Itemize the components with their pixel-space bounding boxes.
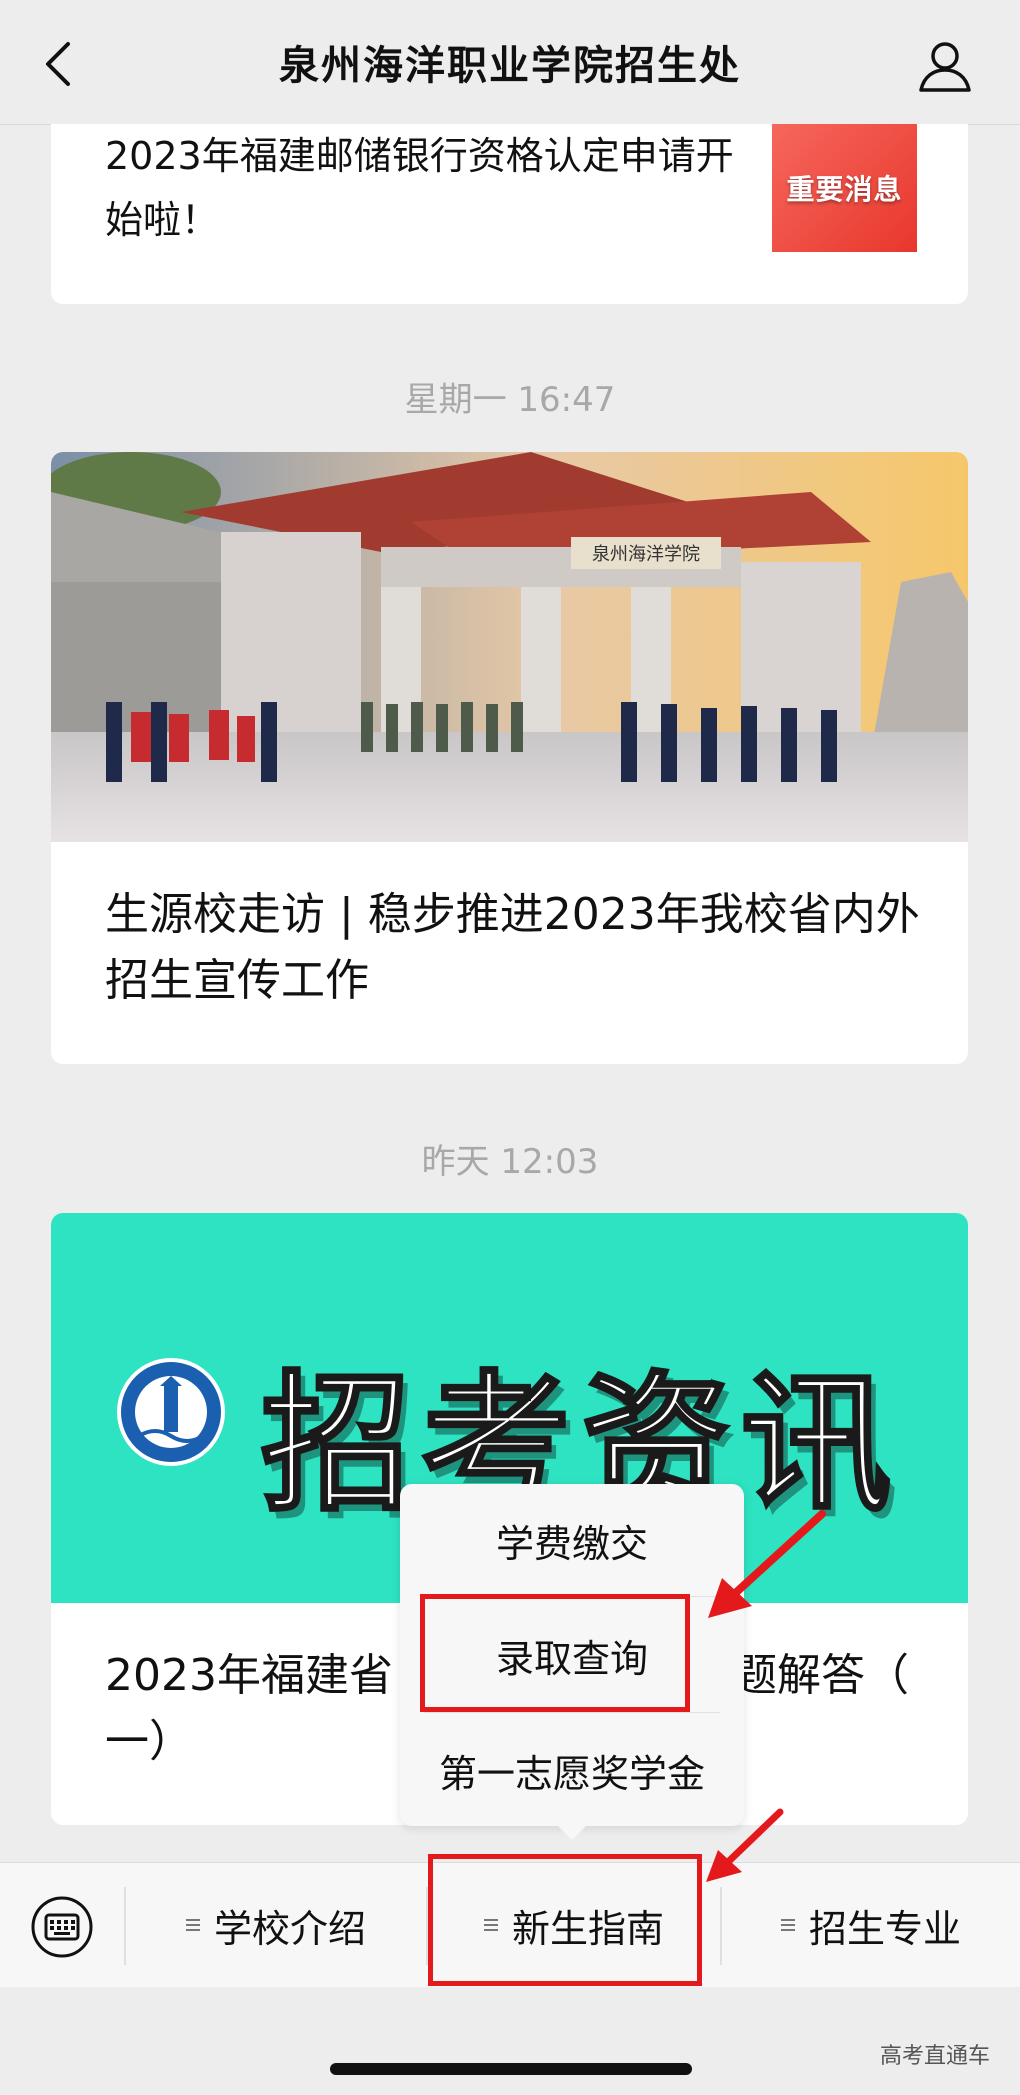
- article-title-left: 2023年福建省: [105, 1650, 393, 1701]
- profile-icon[interactable]: [918, 40, 972, 92]
- highlight-box: [420, 1594, 690, 1712]
- divider: [424, 1712, 720, 1713]
- article-title-right: 题解答（: [732, 1650, 909, 1701]
- submenu-item-tuition[interactable]: 学费缴交: [400, 1484, 744, 1596]
- pointer-arrow-icon: [708, 1510, 826, 1618]
- message-timestamp: 星期一 16:47: [404, 380, 616, 420]
- back-icon[interactable]: [40, 40, 80, 88]
- menu-item-label: 学校介绍: [213, 1906, 366, 1951]
- pointer-arrow-icon: [706, 1808, 784, 1882]
- article-title: 生源校走访 | 稳步推进2023年我校省内外招生宣传工作: [105, 889, 920, 1006]
- keyboard-icon[interactable]: [30, 1895, 94, 1959]
- top-nav-bar: 泉州海洋职业学院招生处: [0, 0, 1020, 125]
- popup-pointer: [558, 1826, 586, 1840]
- thumbnail-text: 重要消息: [786, 173, 903, 206]
- article-title-line2: 一）: [105, 1716, 193, 1767]
- menu-hamburger-icon: [185, 1919, 200, 1931]
- college-logo-icon: [117, 1358, 225, 1466]
- home-indicator[interactable]: [330, 2063, 692, 2075]
- menu-item-label: 招生专业: [808, 1906, 961, 1951]
- article-title: 2023年福建邮储银行资格认定申请开始啦！: [105, 134, 734, 242]
- menu-hamburger-icon: [780, 1919, 795, 1931]
- article-thumbnail: 重要消息: [772, 124, 917, 252]
- watermark: 高考直通车: [879, 2044, 990, 2069]
- message-timestamp: 昨天 12:03: [421, 1142, 599, 1182]
- article-card[interactable]: 2023年福建邮储银行资格认定申请开始啦！ 重要消息: [51, 124, 968, 304]
- campus-gate-photo: 泉州海洋学院: [51, 452, 968, 842]
- gate-plaque: 泉州海洋学院: [592, 544, 700, 565]
- page-title: 泉州海洋职业学院招生处: [279, 43, 741, 89]
- article-card[interactable]: 泉州海洋学院 生源校走访 | 稳步推进2023年我校省内外招生宣传工作: [51, 452, 968, 1064]
- highlight-box: [428, 1854, 702, 1986]
- submenu-item-scholarship[interactable]: 第一志愿奖学金: [400, 1714, 744, 1826]
- menu-item-school-intro[interactable]: 学校介绍: [126, 1863, 426, 1987]
